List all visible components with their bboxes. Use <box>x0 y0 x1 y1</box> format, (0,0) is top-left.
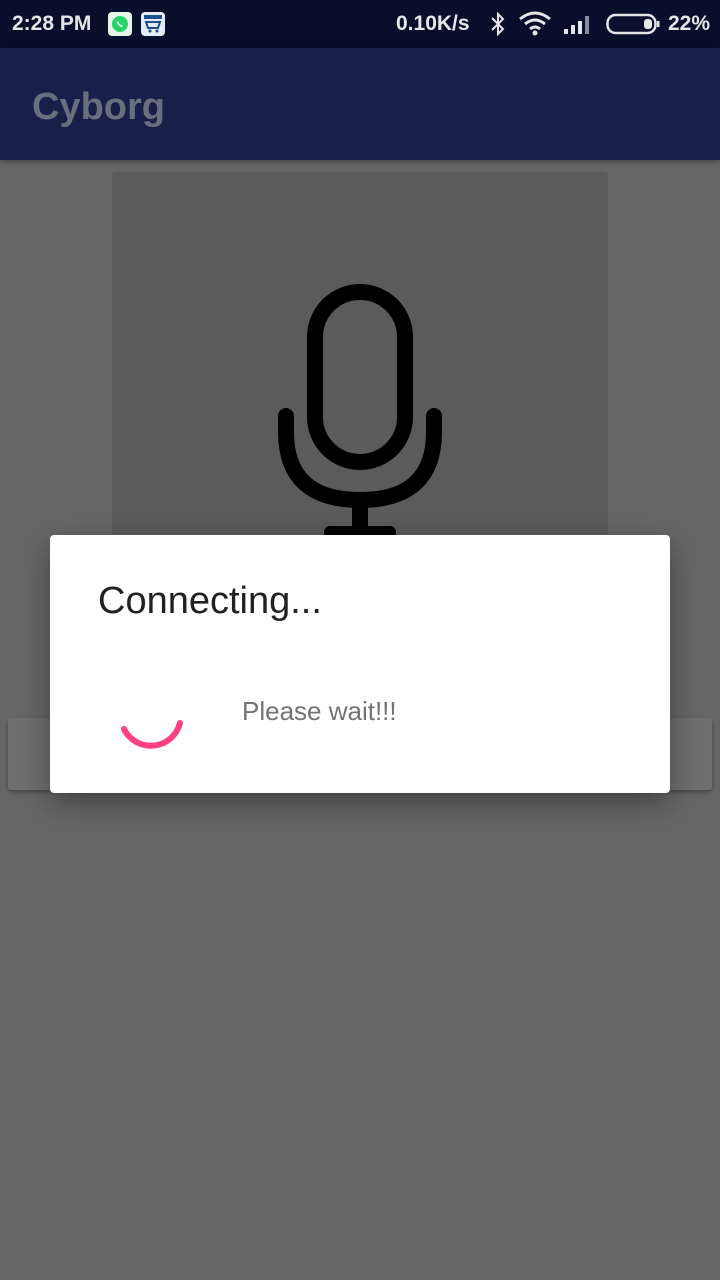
app-title: Cyborg <box>32 86 165 128</box>
progress-dialog: Connecting... Please wait!!! <box>50 535 670 793</box>
app-bar: Cyborg <box>0 48 720 160</box>
loading-spinner-icon <box>121 720 183 749</box>
microphone-button[interactable] <box>112 172 608 572</box>
whatsapp-icon <box>108 12 132 36</box>
battery-icon <box>606 13 660 35</box>
dialog-title: Connecting... <box>98 580 322 622</box>
signal-icon <box>564 16 589 34</box>
cart-app-icon <box>141 12 165 36</box>
battery-percent: 22% <box>668 12 711 35</box>
dialog-message: Please wait!!! <box>242 696 397 726</box>
wifi-icon <box>519 11 551 36</box>
net-speed: 0.10K/s <box>396 12 470 35</box>
status-bar: 2:28 PM 0.10K/s 22% <box>0 0 720 48</box>
bluetooth-icon <box>491 11 505 37</box>
status-time: 2:28 PM <box>12 12 92 35</box>
